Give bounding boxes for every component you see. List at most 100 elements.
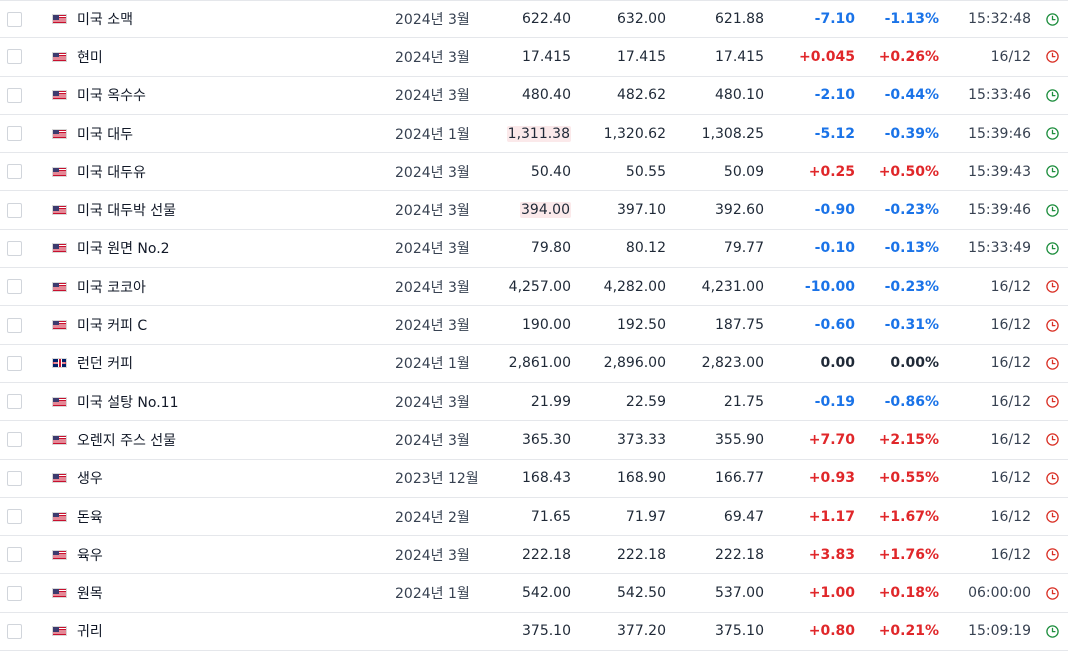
low-price: 50.09 bbox=[723, 163, 764, 180]
last-price-value: 190.00 bbox=[522, 317, 571, 334]
instrument-name-link[interactable]: 미국 커피 C bbox=[77, 306, 147, 343]
last-price-value: 21.99 bbox=[530, 393, 571, 410]
instrument-name-link[interactable]: 원목 bbox=[77, 574, 103, 611]
change-percent: -0.31% bbox=[884, 317, 939, 334]
high-price: 2,896.00 bbox=[603, 355, 666, 372]
table-row[interactable]: 원목 2024년 1월 542.00 542.50 537.00 +1.00 +… bbox=[0, 574, 1068, 613]
uk-flag-icon bbox=[52, 345, 68, 382]
row-checkbox[interactable] bbox=[6, 383, 22, 420]
table-row[interactable]: 미국 커피 C 2024년 3월 190.00 192.50 187.75 -0… bbox=[0, 306, 1068, 345]
last-price: 1,311.38 bbox=[506, 115, 571, 152]
instrument-name-link[interactable]: 미국 코코아 bbox=[77, 268, 146, 305]
change-percent: +0.18% bbox=[878, 585, 939, 602]
row-checkbox[interactable] bbox=[6, 268, 22, 305]
table-row[interactable]: 미국 대두유 2024년 3월 50.40 50.55 50.09 +0.25 … bbox=[0, 153, 1068, 192]
table-row[interactable]: 미국 대두 2024년 1월 1,311.38 1,320.62 1,308.2… bbox=[0, 115, 1068, 154]
row-checkbox[interactable] bbox=[6, 1, 22, 37]
high-price: 17.415 bbox=[617, 48, 666, 65]
clock-closed-icon bbox=[1046, 498, 1060, 535]
table-row[interactable]: 오렌지 주스 선물 2024년 3월 365.30 373.33 355.90 … bbox=[0, 421, 1068, 460]
last-price: 4,257.00 bbox=[509, 268, 571, 305]
change-percent: +0.55% bbox=[878, 470, 939, 487]
instrument-name-link[interactable]: 돈육 bbox=[77, 498, 103, 535]
row-checkbox[interactable] bbox=[6, 574, 22, 611]
clock-open-icon bbox=[1046, 191, 1060, 228]
table-row[interactable]: 미국 대두박 선물 2024년 3월 394.00 397.10 392.60 … bbox=[0, 191, 1068, 230]
contract-month: 2024년 3월 bbox=[395, 49, 470, 66]
high-price: 192.50 bbox=[617, 317, 666, 334]
table-row[interactable]: 생우 2023년 12월 168.43 168.90 166.77 +0.93 … bbox=[0, 460, 1068, 498]
instrument-name-link[interactable]: 미국 설탕 No.11 bbox=[77, 383, 178, 420]
instrument-name-link[interactable]: 미국 옥수수 bbox=[77, 77, 146, 114]
table-row[interactable]: 미국 코코아 2024년 3월 4,257.00 4,282.00 4,231.… bbox=[0, 268, 1068, 307]
row-checkbox[interactable] bbox=[6, 38, 22, 75]
last-update-time: 16/12 bbox=[990, 470, 1031, 487]
table-row[interactable]: 미국 소맥 2024년 3월 622.40 632.00 621.88 -7.1… bbox=[0, 0, 1068, 39]
table-row[interactable]: 현미 2024년 3월 17.415 17.415 17.415 +0.045 … bbox=[0, 38, 1068, 77]
instrument-name-link[interactable]: 런던 커피 bbox=[77, 345, 133, 382]
high-price: 80.12 bbox=[625, 240, 666, 257]
low-price: 2,823.00 bbox=[701, 355, 764, 372]
last-update-time: 15:09:19 bbox=[968, 623, 1031, 640]
table-row[interactable]: 미국 옥수수 2024년 3월 480.40 482.62 480.10 -2.… bbox=[0, 77, 1068, 115]
table-row[interactable]: 미국 원면 No.2 2024년 3월 79.80 80.12 79.77 -0… bbox=[0, 230, 1068, 269]
instrument-name-link[interactable]: 미국 대두유 bbox=[77, 153, 146, 190]
table-row[interactable]: 육우 2024년 3월 222.18 222.18 222.18 +3.83 +… bbox=[0, 536, 1068, 575]
contract-month: 2024년 3월 bbox=[395, 12, 470, 29]
clock-open-icon bbox=[1046, 115, 1060, 152]
row-checkbox[interactable] bbox=[6, 306, 22, 343]
table-row[interactable]: 돈육 2024년 2월 71.65 71.97 69.47 +1.17 +1.6… bbox=[0, 498, 1068, 537]
instrument-name-link[interactable]: 오렌지 주스 선물 bbox=[77, 421, 176, 458]
high-price: 482.62 bbox=[617, 87, 666, 104]
instrument-name-link[interactable]: 미국 대두박 선물 bbox=[77, 191, 176, 228]
row-checkbox[interactable] bbox=[6, 421, 22, 458]
change-percent: -0.44% bbox=[884, 87, 939, 104]
high-price: 373.33 bbox=[617, 431, 666, 448]
row-checkbox[interactable] bbox=[6, 230, 22, 267]
change-value: -5.12 bbox=[814, 125, 855, 142]
instrument-name-link[interactable]: 미국 대두 bbox=[77, 115, 133, 152]
change-value: -0.90 bbox=[814, 202, 855, 219]
us-flag-icon bbox=[52, 153, 68, 190]
instrument-name-link[interactable]: 현미 bbox=[77, 38, 103, 75]
row-checkbox[interactable] bbox=[6, 460, 22, 497]
low-price: 537.00 bbox=[715, 585, 764, 602]
row-checkbox[interactable] bbox=[6, 153, 22, 190]
last-update-time: 16/12 bbox=[990, 278, 1031, 295]
instrument-name-link[interactable]: 미국 소맥 bbox=[77, 1, 133, 37]
instrument-name-link[interactable]: 생우 bbox=[77, 460, 103, 497]
table-row[interactable]: 귀리 375.10 377.20 375.10 +0.80 +0.21% 15:… bbox=[0, 613, 1068, 652]
change-percent: -0.39% bbox=[884, 125, 939, 142]
row-checkbox[interactable] bbox=[6, 115, 22, 152]
last-price: 168.43 bbox=[522, 460, 571, 497]
instrument-name-link[interactable]: 귀리 bbox=[77, 613, 103, 650]
last-price-value: 222.18 bbox=[522, 546, 571, 563]
row-checkbox[interactable] bbox=[6, 498, 22, 535]
change-percent: -0.23% bbox=[884, 278, 939, 295]
row-checkbox[interactable] bbox=[6, 613, 22, 650]
us-flag-icon bbox=[52, 536, 68, 573]
table-row[interactable]: 미국 설탕 No.11 2024년 3월 21.99 22.59 21.75 -… bbox=[0, 383, 1068, 422]
last-update-time: 16/12 bbox=[990, 431, 1031, 448]
row-checkbox[interactable] bbox=[6, 77, 22, 114]
last-update-time: 16/12 bbox=[990, 355, 1031, 372]
change-percent: -1.13% bbox=[884, 11, 939, 28]
row-checkbox[interactable] bbox=[6, 536, 22, 573]
instrument-name-link[interactable]: 미국 원면 No.2 bbox=[77, 230, 170, 267]
us-flag-icon bbox=[52, 383, 68, 420]
change-percent: +0.26% bbox=[878, 48, 939, 65]
row-checkbox[interactable] bbox=[6, 191, 22, 228]
instrument-name-link[interactable]: 육우 bbox=[77, 536, 103, 573]
low-price: 69.47 bbox=[723, 508, 764, 525]
high-price: 1,320.62 bbox=[603, 125, 666, 142]
table-row[interactable]: 런던 커피 2024년 1월 2,861.00 2,896.00 2,823.0… bbox=[0, 345, 1068, 383]
us-flag-icon bbox=[52, 498, 68, 535]
contract-month: 2024년 3월 bbox=[395, 547, 470, 564]
last-price-value: 79.80 bbox=[530, 240, 571, 257]
last-price-value: 375.10 bbox=[522, 623, 571, 640]
clock-closed-icon bbox=[1046, 421, 1060, 458]
row-checkbox[interactable] bbox=[6, 345, 22, 382]
us-flag-icon bbox=[52, 613, 68, 650]
last-price-value: 542.00 bbox=[522, 585, 571, 602]
contract-month: 2023년 12월 bbox=[395, 471, 479, 488]
